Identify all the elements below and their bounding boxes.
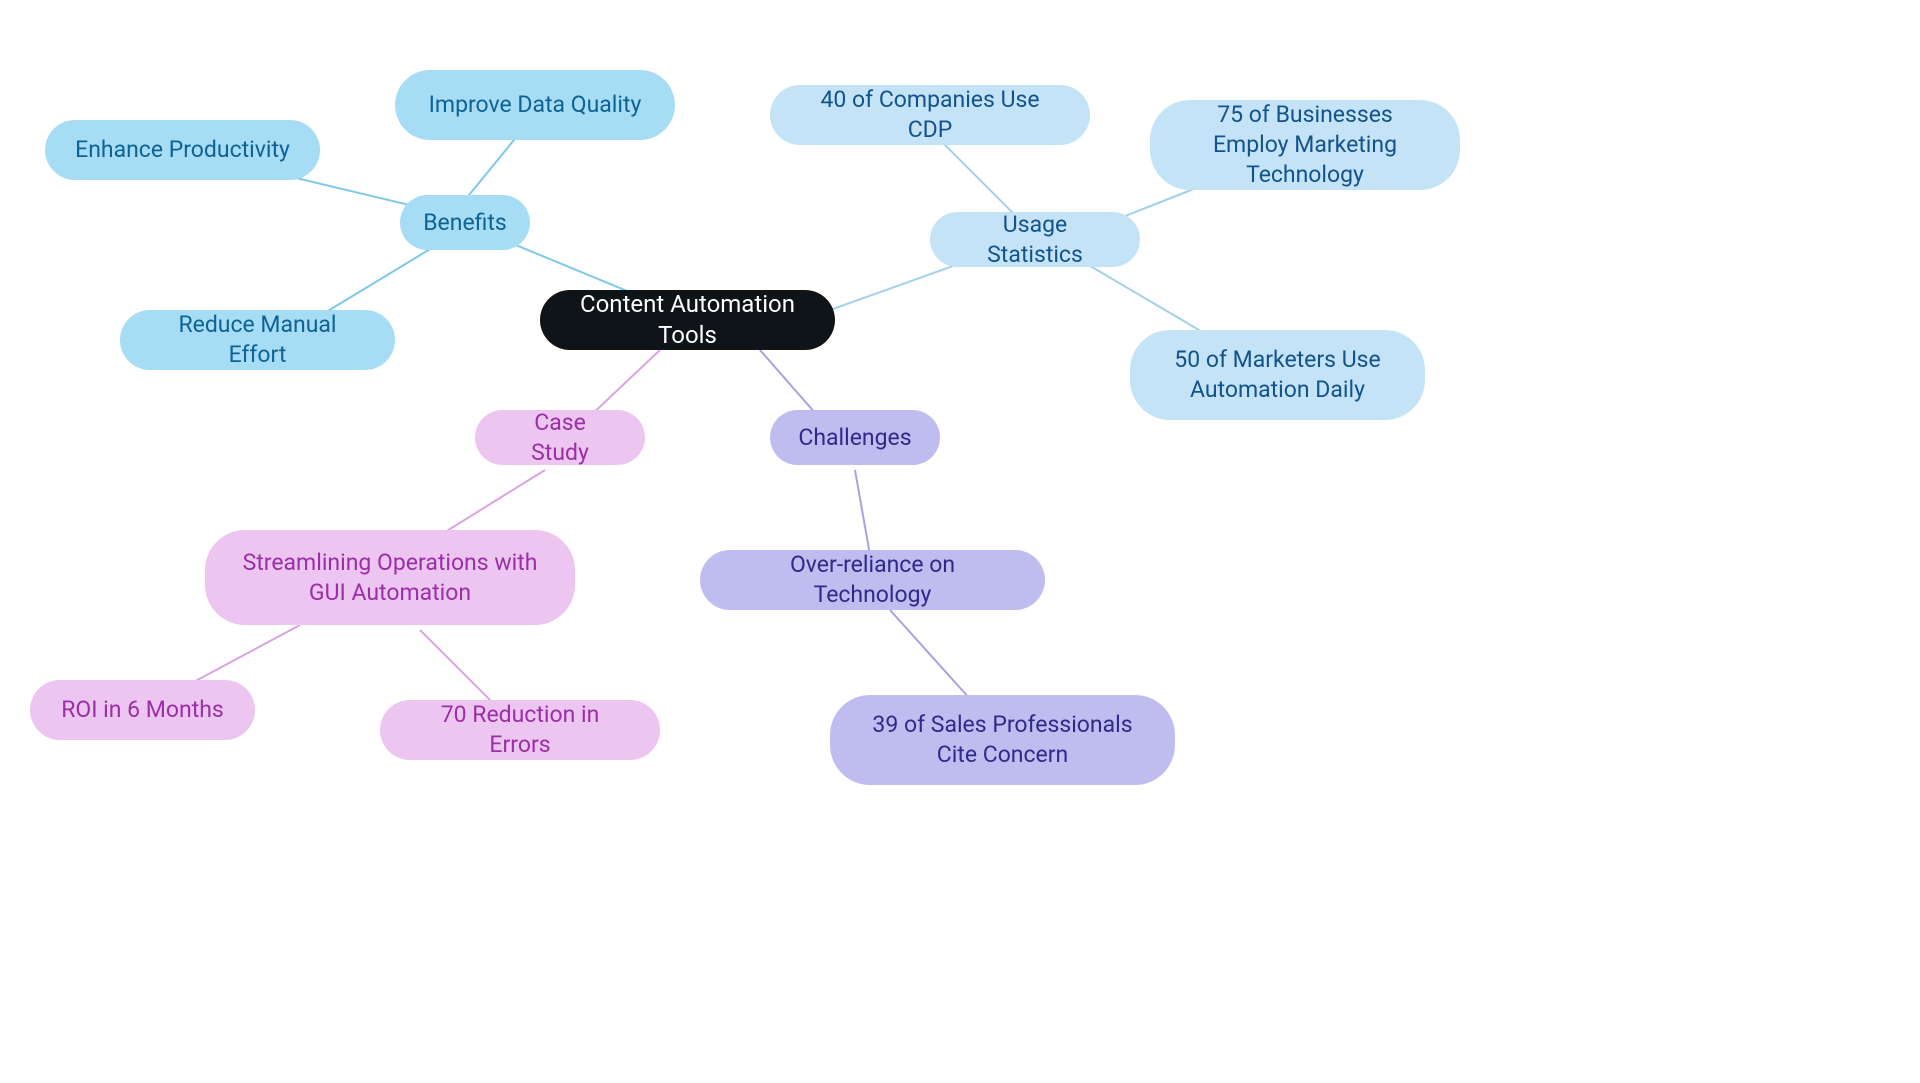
- casestudy-roi[interactable]: ROI in 6 Months: [30, 680, 255, 740]
- node-label: 75 of Businesses Employ Marketing Techno…: [1180, 100, 1430, 190]
- center-label: Content Automation Tools: [570, 289, 805, 351]
- node-label: Over-reliance on Technology: [730, 550, 1015, 610]
- benefits-node[interactable]: Benefits: [400, 195, 530, 250]
- casestudy-node[interactable]: Case Study: [475, 410, 645, 465]
- node-label: Streamlining Operations with GUI Automat…: [235, 548, 545, 608]
- usage-label: Usage Statistics: [960, 210, 1110, 270]
- casestudy-label: Case Study: [505, 408, 615, 468]
- usage-node[interactable]: Usage Statistics: [930, 212, 1140, 267]
- node-label: 40 of Companies Use CDP: [800, 85, 1060, 145]
- benefits-productivity[interactable]: Enhance Productivity: [45, 120, 320, 180]
- casestudy-child[interactable]: Streamlining Operations with GUI Automat…: [205, 530, 575, 625]
- node-label: 70 Reduction in Errors: [410, 700, 630, 760]
- challenges-leaf[interactable]: 39 of Sales Professionals Cite Concern: [830, 695, 1175, 785]
- challenges-node[interactable]: Challenges: [770, 410, 940, 465]
- benefits-manual[interactable]: Reduce Manual Effort: [120, 310, 395, 370]
- node-label: 50 of Marketers Use Automation Daily: [1160, 345, 1395, 405]
- casestudy-errors[interactable]: 70 Reduction in Errors: [380, 700, 660, 760]
- node-label: ROI in 6 Months: [61, 695, 224, 725]
- center-node[interactable]: Content Automation Tools: [540, 290, 835, 350]
- usage-cdp[interactable]: 40 of Companies Use CDP: [770, 85, 1090, 145]
- node-label: Improve Data Quality: [429, 90, 642, 120]
- usage-martech[interactable]: 75 of Businesses Employ Marketing Techno…: [1150, 100, 1460, 190]
- usage-daily[interactable]: 50 of Marketers Use Automation Daily: [1130, 330, 1425, 420]
- challenges-label: Challenges: [798, 423, 911, 453]
- node-label: Reduce Manual Effort: [150, 310, 365, 370]
- node-label: 39 of Sales Professionals Cite Concern: [860, 710, 1145, 770]
- benefits-label: Benefits: [423, 208, 507, 238]
- benefits-dataquality[interactable]: Improve Data Quality: [395, 70, 675, 140]
- challenges-child[interactable]: Over-reliance on Technology: [700, 550, 1045, 610]
- node-label: Enhance Productivity: [75, 135, 290, 165]
